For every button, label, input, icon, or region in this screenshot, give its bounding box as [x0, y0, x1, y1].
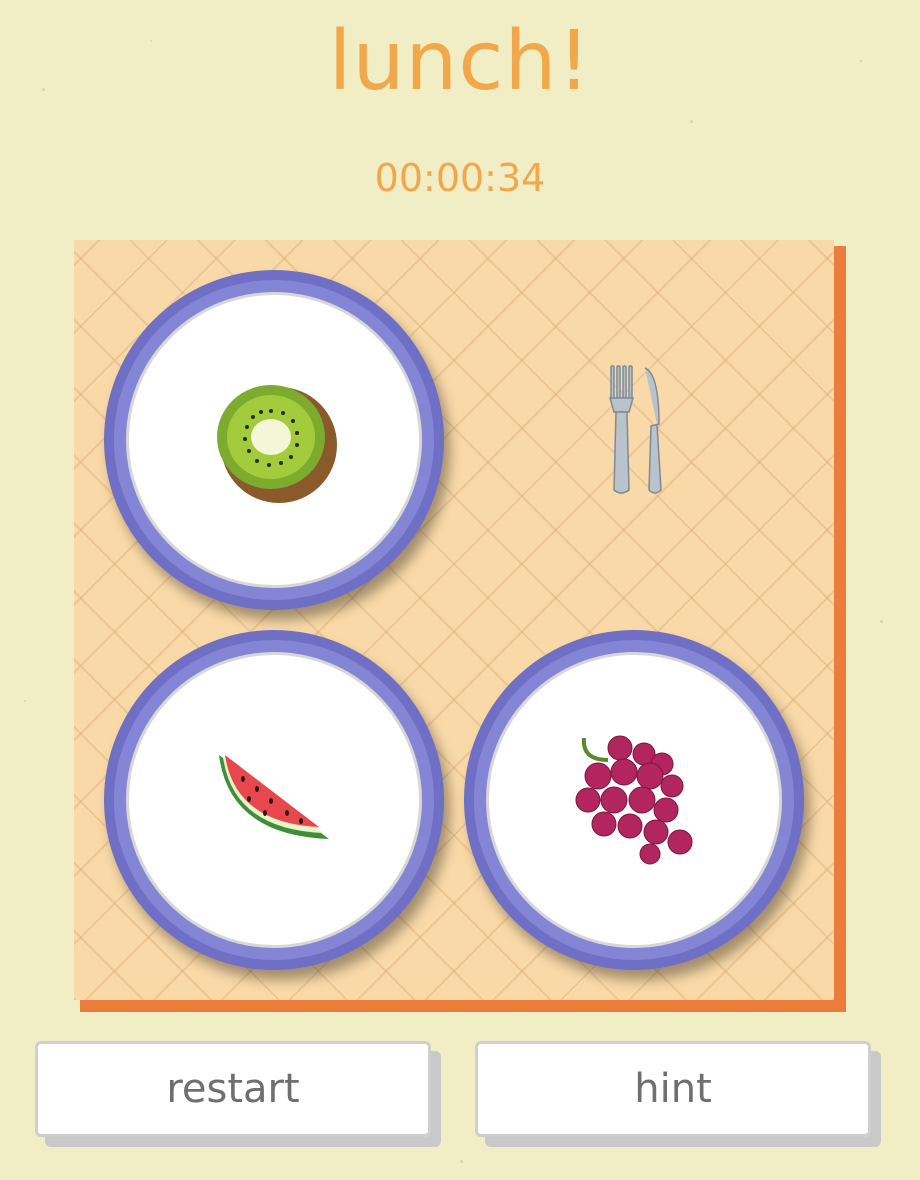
- fork-and-knife-icon: [609, 365, 662, 494]
- watermelon-icon: [219, 755, 329, 839]
- background-speck: [24, 700, 26, 702]
- grapes-icon: [575, 735, 693, 865]
- plate-watermelon[interactable]: [104, 630, 444, 970]
- background-speck: [880, 620, 883, 623]
- background-speck: [690, 120, 693, 123]
- background-speck: [460, 1160, 463, 1163]
- plate-kiwi[interactable]: [104, 270, 444, 610]
- elapsed-timer: 00:00:34: [374, 156, 546, 200]
- game-title: lunch!: [328, 14, 592, 109]
- plate-grapes[interactable]: [464, 630, 804, 970]
- restart-button[interactable]: restart: [35, 1041, 431, 1137]
- kiwi-icon: [217, 385, 337, 503]
- hint-button[interactable]: hint: [475, 1041, 871, 1137]
